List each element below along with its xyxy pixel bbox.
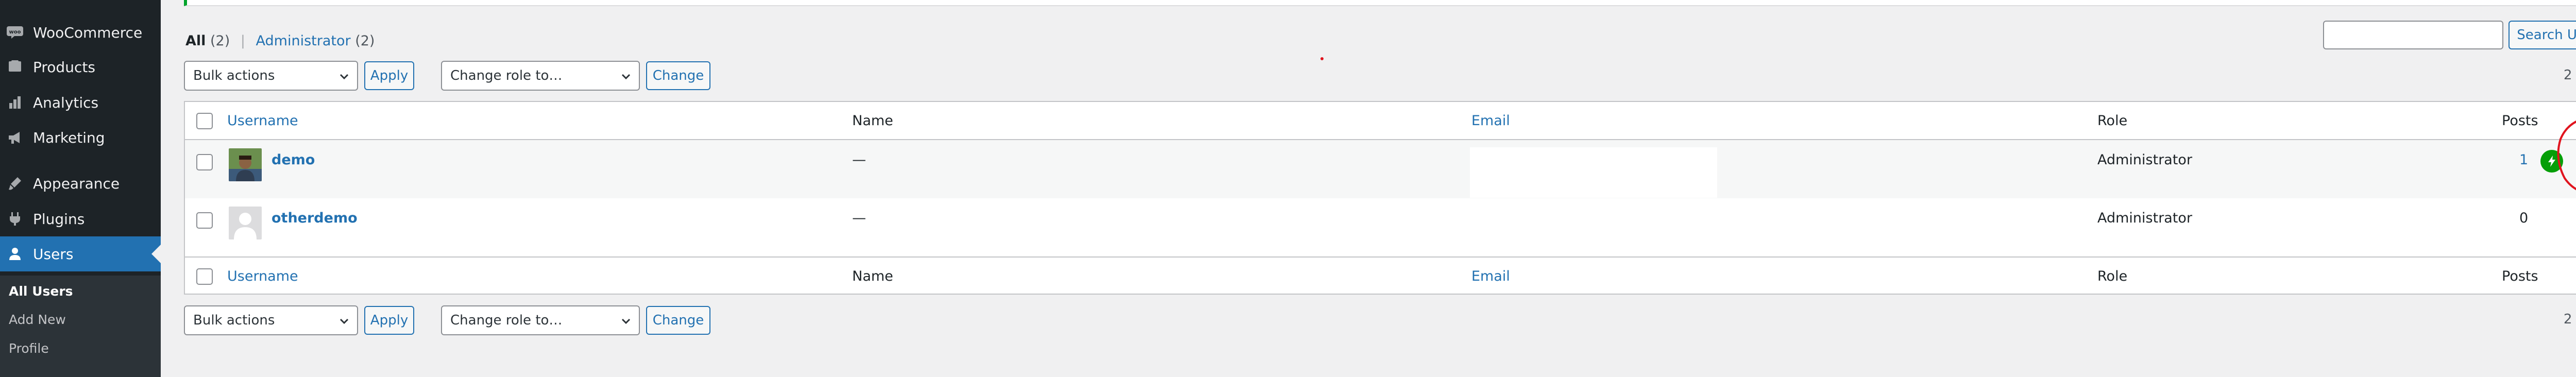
main-content: All (2) | Administrator (2) Search Users… <box>161 0 2576 377</box>
products-icon <box>5 57 25 77</box>
name-cell: — <box>852 210 866 226</box>
submenu-item-profile[interactable]: Profile <box>9 341 49 356</box>
table-row: otherdemo — Administrator 0 <box>185 198 2576 256</box>
items-count-top: 2 items <box>2563 67 2576 83</box>
bulk-actions-select-bottom[interactable]: Bulk actions <box>184 305 358 335</box>
appearance-icon <box>5 174 25 193</box>
sidebar-item-label: Users <box>33 245 74 263</box>
column-header-username[interactable]: Username <box>227 113 298 129</box>
woocommerce-icon: woo <box>5 23 25 42</box>
change-role-value: Change role to… <box>450 68 563 83</box>
sidebar-item-analytics[interactable]: Analytics <box>0 85 161 120</box>
column-footer-email[interactable]: Email <box>1471 268 1510 284</box>
search-users-button[interactable]: Search Users <box>2509 21 2576 49</box>
change-role-button-bottom[interactable]: Change <box>646 306 710 335</box>
change-role-button-top[interactable]: Change <box>646 61 710 90</box>
jetpack-bolt-icon[interactable] <box>2540 150 2563 173</box>
apply-button-bottom[interactable]: Apply <box>364 306 414 335</box>
success-notice <box>184 0 2576 6</box>
username-link[interactable]: demo <box>272 152 315 168</box>
apply-button-top[interactable]: Apply <box>364 61 414 90</box>
role-cell: Administrator <box>2097 152 2193 168</box>
svg-text:woo: woo <box>9 29 21 35</box>
column-header-posts: Posts <box>2502 113 2538 129</box>
sidebar-item-label: Products <box>33 58 95 76</box>
users-icon <box>5 244 25 264</box>
name-cell: — <box>852 152 866 168</box>
submenu-item-add-new[interactable]: Add New <box>9 312 66 327</box>
column-header-name: Name <box>852 113 893 129</box>
column-header-email[interactable]: Email <box>1471 113 1510 129</box>
marketing-icon <box>5 128 25 147</box>
sidebar-item-woocommerce[interactable]: woo WooCommerce <box>0 15 161 50</box>
chevron-down-icon <box>621 74 631 80</box>
chevron-down-icon <box>340 318 349 324</box>
change-role-value: Change role to… <box>450 313 563 328</box>
sidebar-item-label: WooCommerce <box>33 24 143 41</box>
avatar <box>229 207 262 239</box>
view-separator: | <box>240 33 245 49</box>
select-all-checkbox-footer[interactable] <box>196 268 213 285</box>
table-footer-row: Username Name Email Role Posts <box>185 256 2576 295</box>
sidebar-item-products[interactable]: Products <box>0 49 161 84</box>
sidebar-item-users[interactable]: Users <box>0 236 161 271</box>
sidebar-item-marketing[interactable]: Marketing <box>0 120 161 155</box>
view-all-link[interactable]: All <box>185 33 206 49</box>
users-submenu: All Users Add New Profile <box>0 276 161 377</box>
users-table: Username Name Email Role Posts demo — Ad… <box>184 101 2576 295</box>
admin-sidebar: woo WooCommerce Products Analytics Marke… <box>0 0 161 377</box>
select-all-checkbox[interactable] <box>196 113 213 129</box>
posts-count: 0 <box>2519 210 2529 226</box>
sidebar-item-label: Marketing <box>33 129 105 146</box>
row-checkbox[interactable] <box>196 212 213 229</box>
column-footer-posts: Posts <box>2502 268 2538 284</box>
bulk-actions-value: Bulk actions <box>193 68 275 83</box>
role-cell: Administrator <box>2097 210 2193 226</box>
chevron-down-icon <box>621 318 631 324</box>
column-header-role: Role <box>2097 113 2128 129</box>
column-footer-role: Role <box>2097 268 2128 284</box>
column-footer-username[interactable]: Username <box>227 268 298 284</box>
plugins-icon <box>5 209 25 229</box>
analytics-icon <box>5 93 25 112</box>
user-role-filter: All (2) | Administrator (2) <box>185 33 375 49</box>
sidebar-item-appearance[interactable]: Appearance <box>0 166 161 201</box>
view-all-count: (2) <box>210 33 230 49</box>
row-checkbox[interactable] <box>196 154 213 170</box>
view-administrator-link[interactable]: Administrator <box>256 33 351 49</box>
table-header-row: Username Name Email Role Posts <box>185 102 2576 140</box>
view-administrator-count: (2) <box>355 33 375 49</box>
avatar <box>229 148 262 181</box>
change-role-select-bottom[interactable]: Change role to… <box>441 305 640 335</box>
column-footer-name: Name <box>852 268 893 284</box>
change-role-select-top[interactable]: Change role to… <box>441 61 640 91</box>
email-cell <box>1470 147 1717 198</box>
posts-count-link[interactable]: 1 <box>2519 152 2528 168</box>
submenu-item-all-users[interactable]: All Users <box>9 284 73 299</box>
bulk-actions-select-top[interactable]: Bulk actions <box>184 61 358 91</box>
username-link[interactable]: otherdemo <box>272 210 358 226</box>
items-count-bottom: 2 items <box>2563 312 2576 327</box>
sidebar-item-label: Analytics <box>33 94 99 111</box>
sidebar-item-label: Plugins <box>33 210 85 228</box>
sidebar-item-plugins[interactable]: Plugins <box>0 201 161 236</box>
bulk-actions-value: Bulk actions <box>193 313 275 328</box>
table-row: demo — Administrator 1 <box>185 140 2576 198</box>
search-users-input[interactable] <box>2323 21 2503 49</box>
chevron-down-icon <box>340 74 349 80</box>
sidebar-item-label: Appearance <box>33 175 120 192</box>
